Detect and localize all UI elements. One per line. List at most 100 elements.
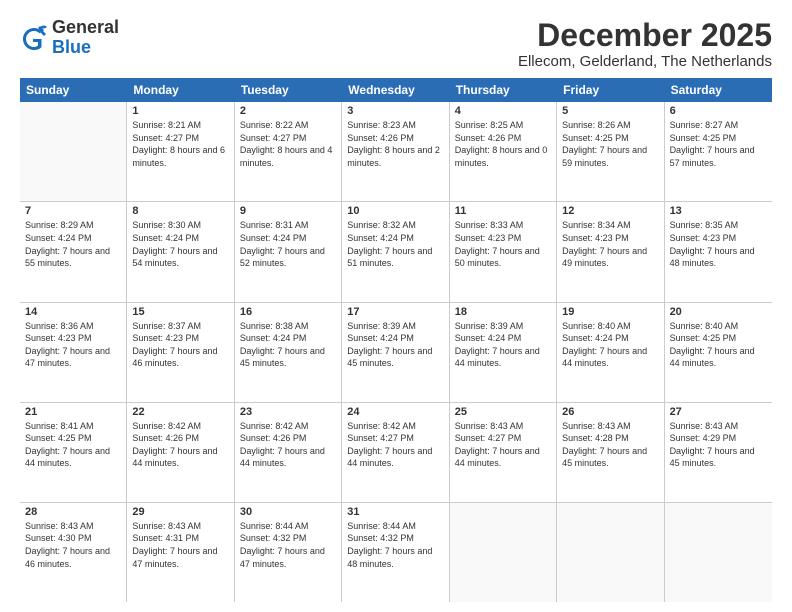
cell-info: Sunrise: 8:32 AMSunset: 4:24 PMDaylight:… [347, 220, 432, 268]
calendar-body: 1 Sunrise: 8:21 AMSunset: 4:27 PMDayligh… [20, 102, 772, 602]
cell-w0-d0 [20, 102, 127, 201]
day-number: 31 [347, 506, 443, 518]
cell-info: Sunrise: 8:31 AMSunset: 4:24 PMDaylight:… [240, 220, 325, 268]
day-number: 28 [25, 506, 121, 518]
day-number: 10 [347, 205, 443, 217]
day-number: 26 [562, 406, 658, 418]
title-block: December 2025 Ellecom, Gelderland, The N… [518, 18, 772, 70]
cell-w4-d3: 31 Sunrise: 8:44 AMSunset: 4:32 PMDaylig… [342, 503, 449, 602]
cell-info: Sunrise: 8:27 AMSunset: 4:25 PMDaylight:… [670, 120, 755, 168]
cell-w3-d5: 26 Sunrise: 8:43 AMSunset: 4:28 PMDaylig… [557, 403, 664, 502]
cell-info: Sunrise: 8:39 AMSunset: 4:24 PMDaylight:… [347, 321, 432, 369]
cell-w0-d5: 5 Sunrise: 8:26 AMSunset: 4:25 PMDayligh… [557, 102, 664, 201]
cell-info: Sunrise: 8:43 AMSunset: 4:28 PMDaylight:… [562, 421, 647, 469]
cell-info: Sunrise: 8:23 AMSunset: 4:26 PMDaylight:… [347, 120, 440, 168]
cell-info: Sunrise: 8:44 AMSunset: 4:32 PMDaylight:… [347, 521, 432, 569]
cell-info: Sunrise: 8:38 AMSunset: 4:24 PMDaylight:… [240, 321, 325, 369]
day-number: 15 [132, 306, 228, 318]
day-number: 30 [240, 506, 336, 518]
cell-w3-d0: 21 Sunrise: 8:41 AMSunset: 4:25 PMDaylig… [20, 403, 127, 502]
logo-general-label: General [52, 18, 119, 38]
cell-info: Sunrise: 8:21 AMSunset: 4:27 PMDaylight:… [132, 120, 225, 168]
day-number: 24 [347, 406, 443, 418]
day-number: 9 [240, 205, 336, 217]
cell-w2-d4: 18 Sunrise: 8:39 AMSunset: 4:24 PMDaylig… [450, 303, 557, 402]
weekday-monday: Monday [127, 78, 234, 102]
calendar: Sunday Monday Tuesday Wednesday Thursday… [20, 78, 772, 602]
cell-info: Sunrise: 8:40 AMSunset: 4:25 PMDaylight:… [670, 321, 755, 369]
cell-w3-d3: 24 Sunrise: 8:42 AMSunset: 4:27 PMDaylig… [342, 403, 449, 502]
cell-w1-d2: 9 Sunrise: 8:31 AMSunset: 4:24 PMDayligh… [235, 202, 342, 301]
weekday-wednesday: Wednesday [342, 78, 449, 102]
day-number: 12 [562, 205, 658, 217]
logo-blue-label: Blue [52, 38, 119, 58]
cell-info: Sunrise: 8:42 AMSunset: 4:26 PMDaylight:… [240, 421, 325, 469]
week-row-2: 14 Sunrise: 8:36 AMSunset: 4:23 PMDaylig… [20, 303, 772, 403]
weekday-friday: Friday [557, 78, 664, 102]
cell-info: Sunrise: 8:44 AMSunset: 4:32 PMDaylight:… [240, 521, 325, 569]
cell-w3-d2: 23 Sunrise: 8:42 AMSunset: 4:26 PMDaylig… [235, 403, 342, 502]
weekday-sunday: Sunday [20, 78, 127, 102]
cell-info: Sunrise: 8:35 AMSunset: 4:23 PMDaylight:… [670, 220, 755, 268]
cell-w0-d3: 3 Sunrise: 8:23 AMSunset: 4:26 PMDayligh… [342, 102, 449, 201]
cell-info: Sunrise: 8:43 AMSunset: 4:27 PMDaylight:… [455, 421, 540, 469]
location-title: Ellecom, Gelderland, The Netherlands [518, 53, 772, 70]
weekday-tuesday: Tuesday [235, 78, 342, 102]
cell-info: Sunrise: 8:26 AMSunset: 4:25 PMDaylight:… [562, 120, 647, 168]
day-number: 1 [132, 105, 228, 117]
cell-w1-d4: 11 Sunrise: 8:33 AMSunset: 4:23 PMDaylig… [450, 202, 557, 301]
logo: General Blue [20, 18, 119, 58]
cell-w0-d6: 6 Sunrise: 8:27 AMSunset: 4:25 PMDayligh… [665, 102, 772, 201]
day-number: 8 [132, 205, 228, 217]
day-number: 22 [132, 406, 228, 418]
day-number: 6 [670, 105, 767, 117]
week-row-0: 1 Sunrise: 8:21 AMSunset: 4:27 PMDayligh… [20, 102, 772, 202]
cell-w4-d2: 30 Sunrise: 8:44 AMSunset: 4:32 PMDaylig… [235, 503, 342, 602]
cell-w2-d0: 14 Sunrise: 8:36 AMSunset: 4:23 PMDaylig… [20, 303, 127, 402]
cell-w1-d5: 12 Sunrise: 8:34 AMSunset: 4:23 PMDaylig… [557, 202, 664, 301]
cell-info: Sunrise: 8:36 AMSunset: 4:23 PMDaylight:… [25, 321, 110, 369]
cell-info: Sunrise: 8:34 AMSunset: 4:23 PMDaylight:… [562, 220, 647, 268]
cell-info: Sunrise: 8:42 AMSunset: 4:26 PMDaylight:… [132, 421, 217, 469]
cell-info: Sunrise: 8:42 AMSunset: 4:27 PMDaylight:… [347, 421, 432, 469]
cell-info: Sunrise: 8:41 AMSunset: 4:25 PMDaylight:… [25, 421, 110, 469]
cell-w3-d1: 22 Sunrise: 8:42 AMSunset: 4:26 PMDaylig… [127, 403, 234, 502]
cell-info: Sunrise: 8:39 AMSunset: 4:24 PMDaylight:… [455, 321, 540, 369]
header: General Blue December 2025 Ellecom, Geld… [20, 18, 772, 70]
day-number: 13 [670, 205, 767, 217]
cell-w1-d1: 8 Sunrise: 8:30 AMSunset: 4:24 PMDayligh… [127, 202, 234, 301]
day-number: 2 [240, 105, 336, 117]
cell-info: Sunrise: 8:37 AMSunset: 4:23 PMDaylight:… [132, 321, 217, 369]
month-title: December 2025 [518, 18, 772, 53]
day-number: 3 [347, 105, 443, 117]
day-number: 23 [240, 406, 336, 418]
cell-w4-d5 [557, 503, 664, 602]
cell-info: Sunrise: 8:25 AMSunset: 4:26 PMDaylight:… [455, 120, 548, 168]
logo-text: General Blue [52, 18, 119, 58]
day-number: 4 [455, 105, 551, 117]
day-number: 18 [455, 306, 551, 318]
day-number: 5 [562, 105, 658, 117]
cell-info: Sunrise: 8:40 AMSunset: 4:24 PMDaylight:… [562, 321, 647, 369]
week-row-3: 21 Sunrise: 8:41 AMSunset: 4:25 PMDaylig… [20, 403, 772, 503]
day-number: 17 [347, 306, 443, 318]
cell-w2-d1: 15 Sunrise: 8:37 AMSunset: 4:23 PMDaylig… [127, 303, 234, 402]
weekday-thursday: Thursday [450, 78, 557, 102]
week-row-4: 28 Sunrise: 8:43 AMSunset: 4:30 PMDaylig… [20, 503, 772, 602]
cell-w3-d4: 25 Sunrise: 8:43 AMSunset: 4:27 PMDaylig… [450, 403, 557, 502]
cell-w2-d6: 20 Sunrise: 8:40 AMSunset: 4:25 PMDaylig… [665, 303, 772, 402]
cell-info: Sunrise: 8:29 AMSunset: 4:24 PMDaylight:… [25, 220, 110, 268]
cell-w2-d2: 16 Sunrise: 8:38 AMSunset: 4:24 PMDaylig… [235, 303, 342, 402]
day-number: 27 [670, 406, 767, 418]
cell-w4-d0: 28 Sunrise: 8:43 AMSunset: 4:30 PMDaylig… [20, 503, 127, 602]
cell-w2-d5: 19 Sunrise: 8:40 AMSunset: 4:24 PMDaylig… [557, 303, 664, 402]
cell-w3-d6: 27 Sunrise: 8:43 AMSunset: 4:29 PMDaylig… [665, 403, 772, 502]
cell-info: Sunrise: 8:22 AMSunset: 4:27 PMDaylight:… [240, 120, 333, 168]
cell-w4-d4 [450, 503, 557, 602]
cell-w4-d6 [665, 503, 772, 602]
calendar-header: Sunday Monday Tuesday Wednesday Thursday… [20, 78, 772, 102]
cell-info: Sunrise: 8:30 AMSunset: 4:24 PMDaylight:… [132, 220, 217, 268]
day-number: 16 [240, 306, 336, 318]
cell-w0-d2: 2 Sunrise: 8:22 AMSunset: 4:27 PMDayligh… [235, 102, 342, 201]
cell-w4-d1: 29 Sunrise: 8:43 AMSunset: 4:31 PMDaylig… [127, 503, 234, 602]
